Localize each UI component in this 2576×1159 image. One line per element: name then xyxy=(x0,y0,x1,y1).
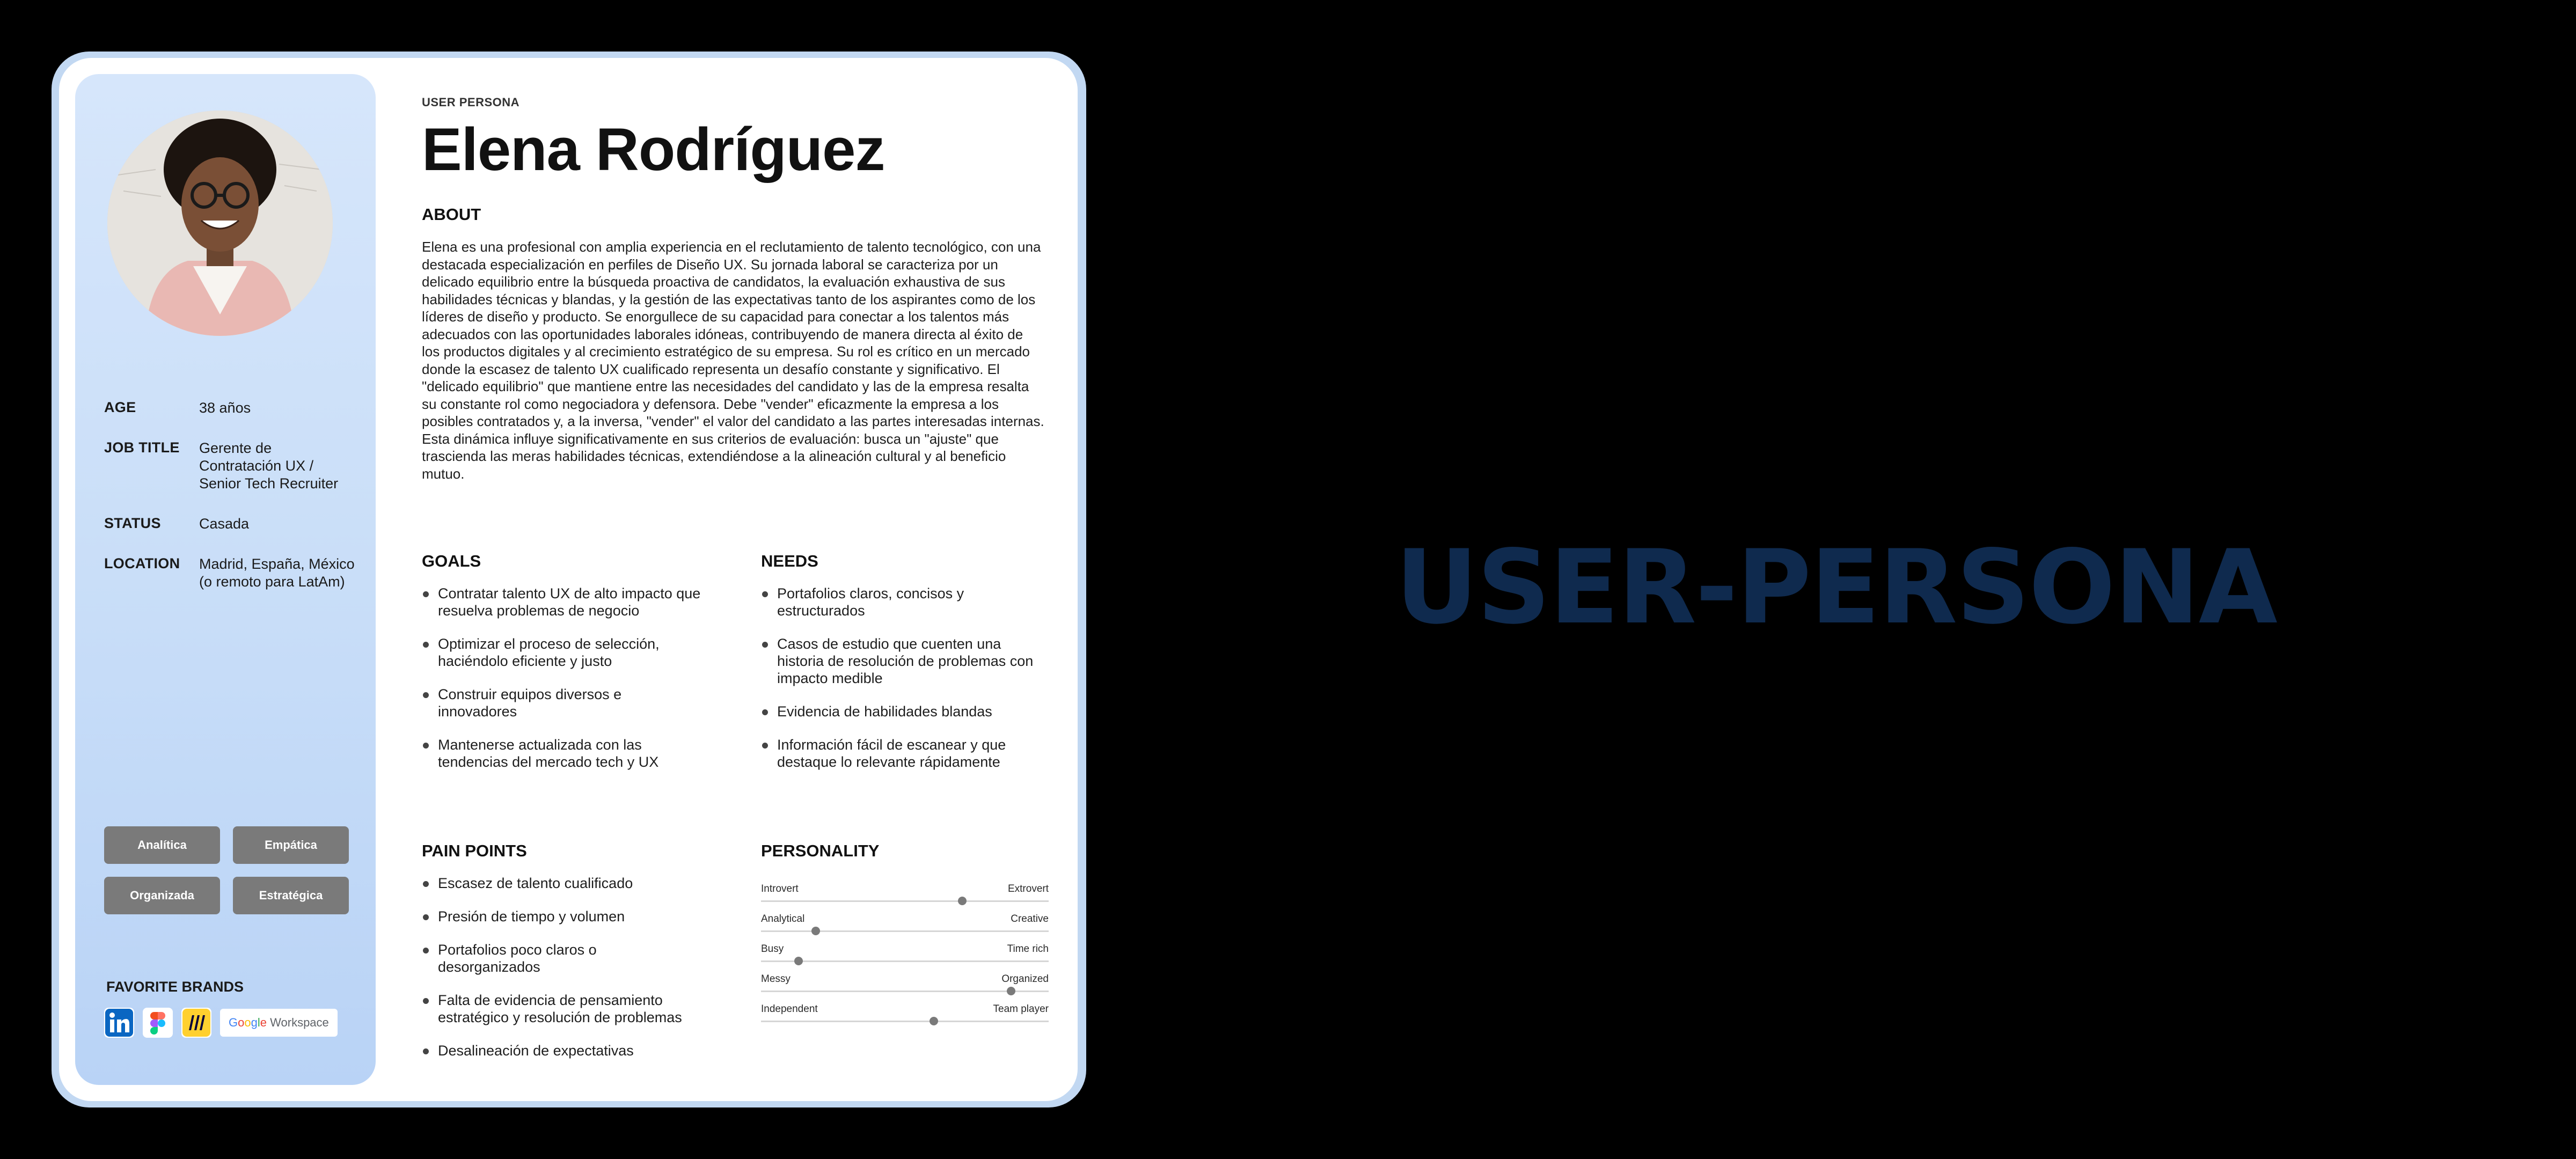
persona-main: USER PERSONA Elena Rodríguez ABOUT Elena… xyxy=(422,58,1055,1101)
info-key: JOB TITLE xyxy=(104,439,180,456)
needs-list: Portafolios claros, concisos y estructur… xyxy=(761,585,1051,787)
favorite-brands-title: FAVORITE BRANDS xyxy=(106,979,244,995)
miro-icon xyxy=(181,1008,211,1038)
pain-point-item: Portafolios poco claros o desorganizados xyxy=(422,941,701,975)
scale-right-label: Time rich xyxy=(1007,943,1049,955)
scale-track xyxy=(761,927,1049,935)
pain-point-item: Presión de tiempo y volumen xyxy=(422,908,701,925)
info-row-job-title: JOB TITLE Gerente de Contratación UX / S… xyxy=(104,439,356,493)
info-row-status: STATUS Casada xyxy=(104,515,356,533)
personality-scale: Busy Time rich xyxy=(761,943,1049,973)
needs-title: NEEDS xyxy=(761,552,818,570)
pain-points-title: PAIN POINTS xyxy=(422,841,527,860)
trait-chip: Organizada xyxy=(104,877,220,914)
scale-knob xyxy=(811,927,820,935)
pain-points-list: Escasez de talento cualificado Presión d… xyxy=(422,875,701,1075)
about-text: Elena es una profesional con amplia expe… xyxy=(422,239,1044,482)
need-item: Casos de estudio que cuenten una histori… xyxy=(761,635,1051,687)
scale-track xyxy=(761,987,1049,995)
scale-left-label: Analytical xyxy=(761,913,805,925)
trait-chip: Analítica xyxy=(104,826,220,864)
google-workspace-label: Workspace xyxy=(270,1016,329,1029)
info-value: 38 años xyxy=(199,400,251,416)
about-title: ABOUT xyxy=(422,205,481,224)
google-workspace-logo: Google Workspace xyxy=(220,1009,338,1037)
scale-knob xyxy=(958,897,967,905)
persona-name: Elena Rodríguez xyxy=(422,116,885,183)
info-row-age: AGE 38 años xyxy=(104,399,356,417)
info-row-location: LOCATION Madrid, España, México (o remot… xyxy=(104,555,356,591)
scale-right-label: Team player xyxy=(993,1003,1049,1015)
favorite-brands: Google Workspace xyxy=(104,1008,338,1038)
scale-track xyxy=(761,957,1049,965)
scale-track xyxy=(761,897,1049,905)
scale-knob xyxy=(929,1017,938,1025)
scale-left-label: Busy xyxy=(761,943,784,955)
need-item: Evidencia de habilidades blandas xyxy=(761,703,1051,720)
pain-point-item: Escasez de talento cualificado xyxy=(422,875,701,892)
scale-left-label: Messy xyxy=(761,973,791,985)
goal-item: Construir equipos diversos e innovadores xyxy=(422,686,701,720)
scale-knob xyxy=(1007,987,1016,995)
scale-left-label: Independent xyxy=(761,1003,818,1015)
info-value: Gerente de Contratación UX / Senior Tech… xyxy=(199,440,339,492)
personality-scale: Independent Team player xyxy=(761,1003,1049,1033)
persona-eyebrow: USER PERSONA xyxy=(422,96,520,109)
personality-scale: Introvert Extrovert xyxy=(761,883,1049,913)
scale-right-label: Organized xyxy=(1001,973,1049,985)
pain-point-item: Falta de evidencia de pensamiento estrat… xyxy=(422,992,701,1026)
goal-item: Optimizar el proceso de selección, hacié… xyxy=(422,635,701,670)
goals-list: Contratar talento UX de alto impacto que… xyxy=(422,585,701,787)
scale-right-label: Creative xyxy=(1011,913,1049,925)
personality-title: PERSONALITY xyxy=(761,841,880,860)
info-key: LOCATION xyxy=(104,555,180,571)
personality-scales: Introvert Extrovert Analytical Creative Bu… xyxy=(761,883,1049,1033)
info-value: Madrid, España, México (o remoto para La… xyxy=(199,556,355,590)
personality-scale: Messy Organized xyxy=(761,973,1049,1003)
figma-icon xyxy=(143,1008,173,1038)
avatar xyxy=(107,111,333,336)
trait-chip: Estratégica xyxy=(233,877,349,914)
goal-item: Contratar talento UX de alto impacto que… xyxy=(422,585,701,619)
scale-right-label: Extrovert xyxy=(1007,883,1049,894)
linkedin-icon xyxy=(104,1008,134,1038)
trait-chip: Empática xyxy=(233,826,349,864)
goal-item: Mantenerse actualizada con las tendencia… xyxy=(422,736,701,771)
info-value: Casada xyxy=(199,516,250,532)
persona-sidebar: AGE 38 años JOB TITLE Gerente de Contrat… xyxy=(75,74,376,1085)
info-key: STATUS xyxy=(104,515,161,531)
user-persona-headline: USER-PERSONA xyxy=(1395,528,2278,647)
need-item: Portafolios claros, concisos y estructur… xyxy=(761,585,1051,619)
scale-knob xyxy=(794,957,803,965)
scale-left-label: Introvert xyxy=(761,883,799,894)
pain-point-item: Desalineación de expectativas xyxy=(422,1042,701,1059)
avatar-photo xyxy=(107,111,333,336)
need-item: Información fácil de escanear y que dest… xyxy=(761,736,1051,771)
persona-info-list: AGE 38 años JOB TITLE Gerente de Contrat… xyxy=(104,399,356,613)
trait-chips: Analítica Empática Organizada Estratégic… xyxy=(104,826,351,914)
info-key: AGE xyxy=(104,399,136,415)
scale-track xyxy=(761,1017,1049,1025)
personality-scale: Analytical Creative xyxy=(761,913,1049,943)
goals-title: GOALS xyxy=(422,552,481,570)
persona-card: AGE 38 años JOB TITLE Gerente de Contrat… xyxy=(59,58,1078,1101)
